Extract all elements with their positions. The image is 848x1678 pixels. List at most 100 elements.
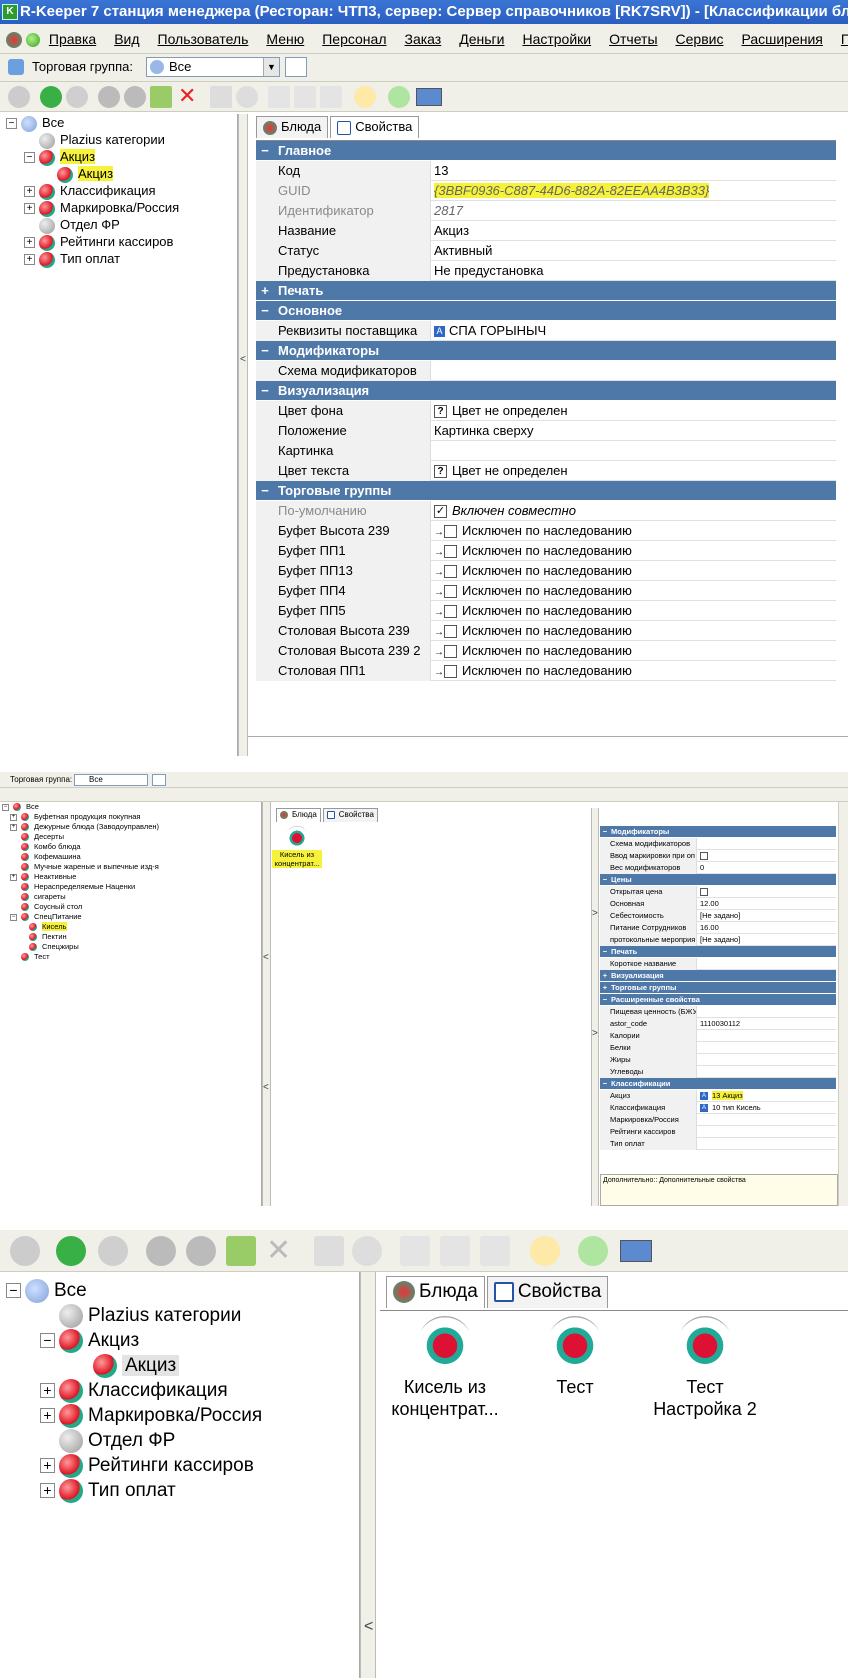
expand-icon[interactable]: + [600, 970, 610, 982]
tree-node[interactable]: + Тип оплат [40, 1478, 176, 1503]
tree-node[interactable]: Кисель [18, 922, 67, 932]
tab-properties[interactable]: Свойства [330, 116, 420, 138]
export-icon[interactable] [226, 1236, 256, 1266]
expand-icon[interactable]: + [24, 203, 35, 215]
tree-node[interactable]: + Рейтинги кассиров [24, 233, 173, 251]
property-row[interactable]: Статус Активный [256, 241, 836, 261]
checkbox[interactable] [444, 665, 457, 679]
cut-icon[interactable] [440, 1236, 470, 1266]
property-row[interactable]: Открытая цена [600, 886, 836, 898]
tree-node[interactable]: − Все [6, 114, 64, 132]
property-value[interactable]: ? Цвет не определен [430, 401, 836, 421]
property-row[interactable]: Столовая ПП1 → Исключен по наследованию [256, 661, 836, 681]
property-row[interactable]: Маркировка/Россия [600, 1114, 836, 1126]
tab-properties[interactable]: Свойства [486, 1276, 609, 1308]
property-row[interactable]: Цвет фона? Цвет не определен [256, 401, 836, 421]
tree-node[interactable]: Акциз [74, 1353, 180, 1378]
property-row[interactable]: Вес модификаторов 0 [600, 862, 836, 874]
paste-tree-icon[interactable] [186, 1236, 216, 1266]
property-value[interactable] [696, 1138, 836, 1150]
property-row[interactable]: Классификация A 10 тип Кисель [600, 1102, 836, 1114]
property-value[interactable] [430, 361, 836, 381]
section-header[interactable]: − Цены [600, 874, 836, 886]
checkbox[interactable] [444, 545, 457, 559]
property-row[interactable]: протокольные мероприя [Не задано] [600, 934, 836, 946]
property-value[interactable]: [Не задано] [696, 934, 836, 946]
property-value[interactable]: 2817 [430, 201, 836, 221]
property-row[interactable]: Белки [600, 1042, 836, 1054]
expand-icon[interactable]: + [256, 281, 274, 301]
refresh-icon[interactable] [8, 86, 30, 108]
view-grid-icon[interactable] [416, 88, 442, 106]
menu-item-8[interactable]: Отчеты [600, 24, 666, 54]
property-value[interactable]: ✓ Включен совместно [430, 501, 836, 521]
property-row[interactable]: GUID {3BBF0936-C887-44D6-882A-82EEAA4B3B3… [256, 181, 836, 201]
property-row[interactable]: Себестоимость [Не задано] [600, 910, 836, 922]
property-value[interactable]: [Не задано] [696, 910, 836, 922]
collapse-icon[interactable]: − [600, 994, 610, 1006]
property-value[interactable]: → Исключен по наследованию [430, 521, 836, 541]
expand-icon[interactable]: + [40, 1458, 55, 1474]
section-header[interactable]: − Главное [256, 141, 836, 161]
tree-node[interactable]: Комбо блюда [10, 842, 81, 852]
copy-tree-icon[interactable] [146, 1236, 176, 1266]
property-value[interactable]: → Исключен по наследованию [430, 601, 836, 621]
property-row[interactable]: Буфет ПП13 → Исключен по наследованию [256, 561, 836, 581]
paste-tree-icon[interactable] [124, 86, 146, 108]
tree-node[interactable]: + Маркировка/Россия [24, 199, 179, 217]
collapse-icon[interactable]: − [600, 826, 610, 838]
collapse-icon[interactable]: − [256, 481, 274, 501]
property-value[interactable]: → Исключен по наследованию [430, 621, 836, 641]
forward-icon[interactable] [98, 1236, 128, 1266]
property-value[interactable] [696, 850, 836, 862]
collapse-icon[interactable]: − [24, 152, 35, 164]
property-row[interactable]: Положение Картинка сверху [256, 421, 836, 441]
tree-node[interactable]: Спецжиры [18, 942, 79, 952]
property-row[interactable]: Идентификатор 2817 [256, 201, 836, 221]
tab-dishes[interactable]: Блюда [386, 1276, 485, 1308]
dish-card[interactable]: Тест Настройка 2 [650, 1316, 760, 1420]
property-row[interactable]: Код 13 [256, 161, 836, 181]
expand-icon[interactable]: + [40, 1483, 55, 1499]
tree-node[interactable]: + Буфетная продукция покупная [10, 812, 140, 822]
collapse-icon[interactable]: − [256, 301, 274, 321]
property-row[interactable]: astor_code 1110030112 [600, 1018, 836, 1030]
tree-node[interactable]: Десерты [10, 832, 64, 842]
property-value[interactable]: Картинка сверху [430, 421, 836, 441]
property-value[interactable]: → Исключен по наследованию [430, 581, 836, 601]
property-row[interactable]: Буфет ПП1 → Исключен по наследованию [256, 541, 836, 561]
undo-icon[interactable] [352, 1236, 382, 1266]
collapse-icon[interactable]: − [600, 874, 610, 886]
checkbox[interactable] [444, 625, 457, 639]
collapse-icon[interactable]: − [256, 341, 274, 361]
search-icon[interactable] [354, 86, 376, 108]
property-value[interactable]: A 13 Акциз [696, 1090, 836, 1102]
back-icon[interactable] [40, 86, 62, 108]
property-row[interactable]: Основная 12.00 [600, 898, 836, 910]
section-header[interactable]: − Визуализация [256, 381, 836, 401]
copy-icon[interactable] [268, 86, 290, 108]
section-header[interactable]: − Печать [600, 946, 836, 958]
property-row[interactable]: Углеводы [600, 1066, 836, 1078]
property-row[interactable]: Цвет текста? Цвет не определен [256, 461, 836, 481]
export-icon[interactable] [150, 86, 172, 108]
tree-node[interactable]: Пектин [18, 932, 67, 942]
menu-item-7[interactable]: Настройки [513, 24, 600, 54]
property-value[interactable]: → Исключен по наследованию [430, 661, 836, 681]
tree-node[interactable]: Отдел ФР [24, 216, 120, 234]
property-value[interactable]: → Исключен по наследованию [430, 541, 836, 561]
checkbox[interactable] [444, 585, 457, 599]
paste-icon[interactable] [480, 1236, 510, 1266]
expand-icon[interactable]: + [24, 237, 35, 249]
property-value[interactable]: 12.00 [696, 898, 836, 910]
section-header[interactable]: − Основное [256, 301, 836, 321]
expand-icon[interactable]: + [40, 1408, 55, 1424]
property-value[interactable]: 0 [696, 862, 836, 874]
delete-icon[interactable]: ✕ [266, 1234, 291, 1268]
property-row[interactable]: По-умолчанию ✓ Включен совместно [256, 501, 836, 521]
property-row[interactable]: Питание Сотрудников 16.00 [600, 922, 836, 934]
search-icon[interactable] [530, 1236, 560, 1266]
splitter-handle[interactable]: < < [262, 802, 271, 1206]
property-row[interactable]: Схема модификаторов [256, 361, 836, 381]
property-value[interactable] [430, 441, 836, 461]
